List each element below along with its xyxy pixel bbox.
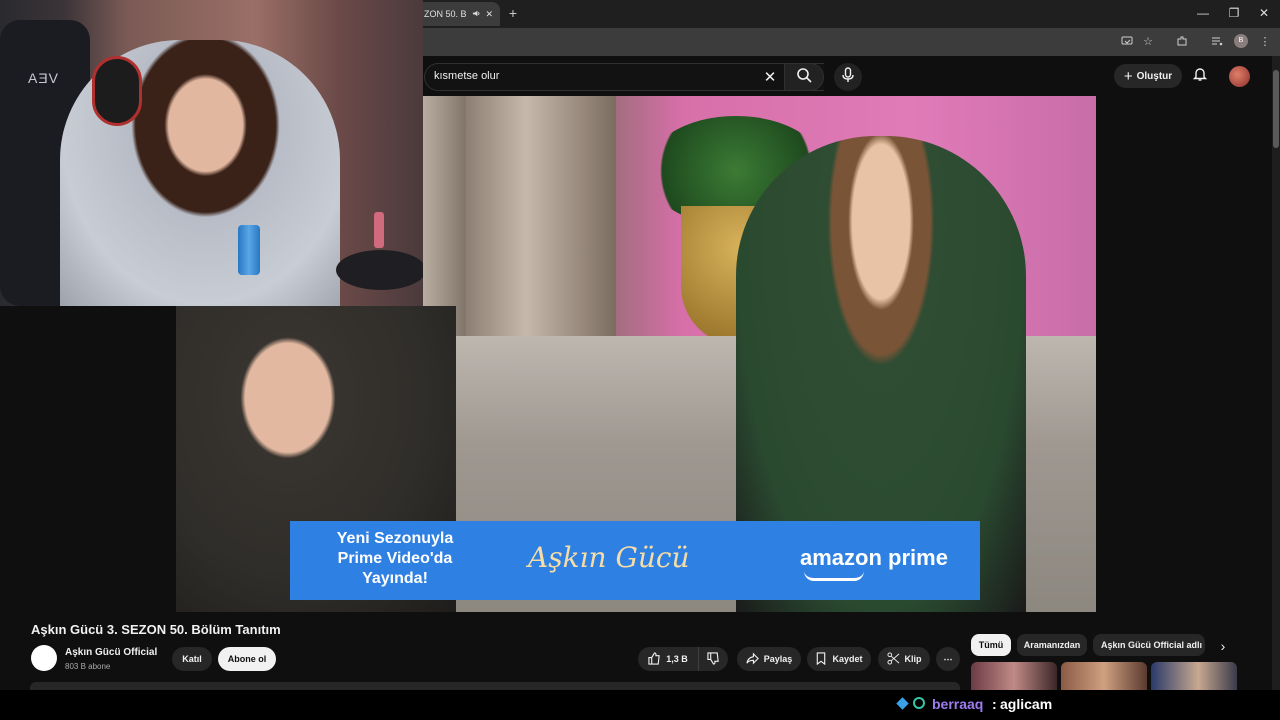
headphones-icon	[92, 56, 142, 126]
browser-profile-avatar[interactable]: B	[1234, 34, 1248, 48]
join-button[interactable]: Katıl	[172, 647, 212, 671]
more-actions-button[interactable]: ⋯	[936, 647, 960, 671]
recommended-thumbnail[interactable]	[1061, 662, 1147, 690]
clip-button[interactable]: Klip	[878, 647, 930, 671]
banner-brand: amazon prime	[800, 545, 948, 570]
stream-chat-bar	[0, 690, 1280, 720]
video-ad-banner: Yeni Sezonuyla Prime Video'da Yayında! A…	[290, 521, 980, 600]
chair-logo: AƎV	[28, 70, 60, 86]
banner-show-logo: Aşkın Gücü	[528, 541, 690, 574]
dislike-button[interactable]	[698, 647, 728, 671]
search-button[interactable]	[784, 63, 824, 91]
close-tab-icon[interactable]: ✕	[486, 9, 494, 20]
speaker-icon[interactable]	[472, 9, 481, 20]
save-button[interactable]: Kaydet	[807, 647, 871, 671]
recommended-thumbnail[interactable]	[1151, 662, 1237, 690]
dislike-icon	[707, 651, 720, 667]
subscriber-count: 803 B abone	[65, 662, 111, 671]
like-button[interactable]: 1,3 B	[638, 647, 698, 671]
chip-all[interactable]: Tümü	[971, 634, 1011, 656]
extensions-icon[interactable]	[1175, 35, 1189, 49]
like-icon	[648, 651, 661, 667]
recommended-thumbnail[interactable]	[971, 662, 1057, 690]
chip-from-search[interactable]: Aramanızdan	[1017, 634, 1087, 656]
create-label: Oluştur	[1136, 70, 1173, 82]
minimize-icon[interactable]: —	[1196, 6, 1210, 20]
page-scrollbar[interactable]	[1272, 56, 1280, 690]
webcam-overlay: AƎV	[0, 0, 423, 306]
restore-icon[interactable]: ❐	[1227, 6, 1241, 20]
cast-icon[interactable]	[1120, 35, 1134, 49]
webcam-cup	[374, 212, 384, 248]
scrollbar-thumb[interactable]	[1273, 70, 1279, 148]
subscribe-button[interactable]: Abone ol	[218, 647, 276, 671]
like-count: 1,3 B	[666, 654, 688, 664]
chip-channel[interactable]: Aşkın Gücü Official adlı	[1093, 634, 1205, 656]
share-label: Paylaş	[763, 654, 793, 664]
amazon-smile-icon	[804, 571, 864, 581]
channel-avatar[interactable]	[31, 645, 57, 671]
share-button[interactable]: Paylaş	[737, 647, 801, 671]
account-avatar[interactable]	[1229, 66, 1250, 87]
webcam-table	[336, 250, 423, 290]
voice-search-button[interactable]	[834, 63, 862, 91]
browser-tab[interactable]: ZON 50. B ✕	[416, 2, 500, 26]
search-query[interactable]: kısmetse olur	[434, 70, 499, 82]
save-label: Kaydet	[832, 654, 863, 664]
video-title: Aşkın Gücü 3. SEZON 50. Bölüm Tanıtım	[31, 622, 281, 637]
channel-name[interactable]: Aşkın Gücü Official	[65, 647, 157, 658]
tab-title: ZON 50. B	[424, 9, 467, 19]
media-icon[interactable]	[1210, 35, 1224, 49]
create-button[interactable]: + Oluştur	[1114, 64, 1182, 88]
plus-icon: +	[1123, 67, 1133, 85]
share-icon	[746, 652, 759, 667]
close-window-icon[interactable]: ✕	[1257, 6, 1271, 20]
mic-icon	[841, 66, 855, 88]
scissors-icon	[886, 651, 900, 667]
chat-username: berraaq	[932, 696, 984, 712]
bell-icon	[1192, 66, 1208, 87]
save-icon	[815, 651, 827, 667]
new-tab-button[interactable]: +	[505, 4, 521, 22]
menu-icon[interactable]: ⋮	[1258, 35, 1272, 49]
clip-label: Klip	[904, 654, 922, 664]
webcam-drink-can	[238, 225, 260, 275]
chat-separator: :	[992, 696, 997, 712]
chevron-right-icon[interactable]: ›	[1214, 637, 1232, 655]
star-icon[interactable]: ☆	[1141, 35, 1155, 49]
clear-search-icon[interactable]: ✕	[762, 68, 778, 86]
search-icon	[796, 67, 812, 88]
notifications-button[interactable]	[1191, 67, 1209, 85]
banner-tagline: Yeni Sezonuyla Prime Video'da Yayında!	[336, 530, 454, 587]
chat-message: aglicam	[1000, 696, 1053, 712]
ring-badge-icon	[913, 697, 925, 709]
